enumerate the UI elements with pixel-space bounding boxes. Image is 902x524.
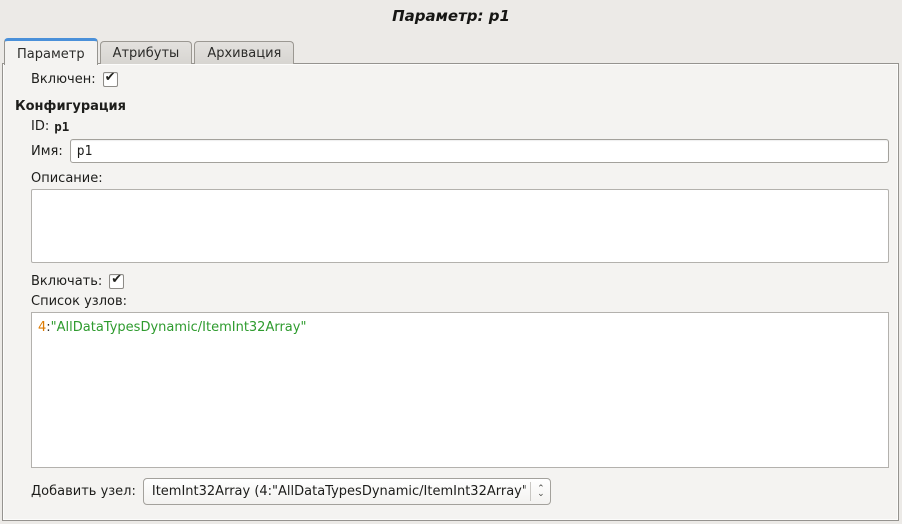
include-label: Включать: <box>31 274 102 289</box>
parameter-tab-panel: Включен: Конфигурация ID: p1 Имя: Описан… <box>2 63 899 521</box>
node-list-label: Список узлов: <box>31 294 889 309</box>
add-node-selected-value: ItemInt32Array (4:"AllDataTypesDynamic/I… <box>152 484 526 499</box>
configuration-heading: Конфигурация <box>15 99 889 114</box>
id-value: p1 <box>54 119 69 134</box>
combo-separator <box>530 482 531 501</box>
add-node-label: Добавить узел: <box>31 484 136 499</box>
tab-bar: Параметр Атрибуты Архивация <box>4 38 296 64</box>
add-node-row: Добавить узел: ItemInt32Array (4:"AllDat… <box>31 478 889 505</box>
page-title: Параметр: p1 <box>0 7 902 25</box>
include-row: Включать: <box>31 274 889 289</box>
description-field-wrap <box>31 189 889 263</box>
name-label: Имя: <box>31 144 63 159</box>
tab-attributes[interactable]: Атрибуты <box>100 41 193 64</box>
name-input[interactable] <box>70 139 889 163</box>
enabled-checkbox[interactable] <box>103 72 118 87</box>
node-path: "AllDataTypesDynamic/ItemInt32Array" <box>51 320 307 335</box>
include-checkbox[interactable] <box>109 274 124 289</box>
chevron-up-down-icon: ⌃⌄ <box>534 487 550 497</box>
description-label: Описание: <box>31 171 889 186</box>
enabled-row: Включен: <box>31 72 889 87</box>
name-row: Имя: <box>31 139 889 163</box>
tab-archiving[interactable]: Архивация <box>194 41 294 64</box>
add-node-combobox[interactable]: ItemInt32Array (4:"AllDataTypesDynamic/I… <box>143 478 551 505</box>
enabled-label: Включен: <box>31 72 96 87</box>
node-list-wrap: 4:"AllDataTypesDynamic/ItemInt32Array" <box>31 312 889 468</box>
tab-parameter[interactable]: Параметр <box>4 38 98 65</box>
id-row: ID: p1 <box>31 119 889 134</box>
id-label: ID: <box>31 119 49 134</box>
node-list-view[interactable]: 4:"AllDataTypesDynamic/ItemInt32Array" <box>31 312 889 468</box>
description-textarea[interactable] <box>31 189 889 263</box>
node-list-item: 4:"AllDataTypesDynamic/ItemInt32Array" <box>38 320 306 335</box>
